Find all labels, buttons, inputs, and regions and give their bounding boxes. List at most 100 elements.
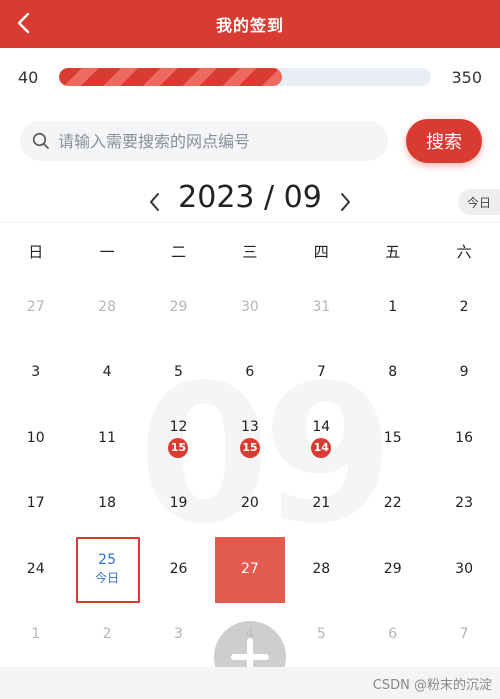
weekday-label: 二 xyxy=(170,242,186,261)
day-number: 9 xyxy=(459,364,469,381)
progress-min-value: 40 xyxy=(18,68,39,87)
calendar-day[interactable]: 25 今日 xyxy=(71,536,142,602)
weekday-label: 六 xyxy=(456,242,472,261)
day-number: 3 xyxy=(31,364,41,381)
calendar-day[interactable]: 7 xyxy=(286,340,357,406)
calendar-day[interactable]: 30 xyxy=(428,536,499,602)
calendar-day[interactable]: 26 xyxy=(143,536,214,602)
month-label: 2023 / 09 xyxy=(178,180,322,215)
calendar-day[interactable]: 6 xyxy=(357,602,428,668)
day-number: 5 xyxy=(174,364,183,381)
day-number: 7 xyxy=(316,364,326,381)
day-number: 12 xyxy=(169,418,188,435)
calendar-day[interactable]: 8 xyxy=(357,340,428,406)
day-number: 22 xyxy=(383,495,402,512)
calendar-day[interactable]: 28 xyxy=(71,274,142,340)
calendar-day[interactable]: 20 xyxy=(214,471,285,537)
calendar-day[interactable]: 5 xyxy=(143,340,214,406)
calendar-day[interactable]: 16 xyxy=(428,405,499,471)
calendar-day[interactable]: 5 xyxy=(286,602,357,668)
calendar-day[interactable]: 1 xyxy=(0,602,71,668)
day-number: 20 xyxy=(240,495,259,512)
calendar-day[interactable]: 31 xyxy=(286,274,357,340)
top-bar: 我的签到 xyxy=(0,0,500,48)
calendar-day[interactable]: 23 xyxy=(428,471,499,537)
day-number: 5 xyxy=(316,626,326,643)
calendar-day[interactable]: 28 xyxy=(286,536,357,602)
day-number: 4 xyxy=(102,364,112,381)
calendar-day[interactable]: 3 xyxy=(143,602,214,668)
progress-max-value: 350 xyxy=(451,68,482,87)
day-number: 7 xyxy=(459,626,469,643)
calendar-day[interactable]: 24 xyxy=(0,536,71,602)
day-number: 29 xyxy=(169,298,188,315)
day-number: 10 xyxy=(26,429,45,446)
weekday-label: 日 xyxy=(28,242,44,261)
day-number: 28 xyxy=(312,560,331,577)
weekday-label: 三 xyxy=(242,242,258,261)
back-arrow-icon[interactable] xyxy=(10,8,38,38)
calendar-day[interactable]: 3 xyxy=(0,340,71,406)
day-number: 1 xyxy=(31,626,41,643)
calendar-day[interactable]: 7 xyxy=(428,602,499,668)
calendar-day[interactable]: 14 14 xyxy=(286,405,357,471)
calendar-day[interactable]: 13 15 xyxy=(214,405,285,471)
day-number: 8 xyxy=(388,364,398,381)
next-month-icon[interactable] xyxy=(336,190,354,214)
day-number: 18 xyxy=(98,495,116,512)
weekday-label: 一 xyxy=(99,242,115,261)
month-navigator: 2023 / 09 xyxy=(0,178,500,226)
jump-today-button[interactable]: 今日 xyxy=(458,189,500,215)
day-number: 23 xyxy=(455,495,473,512)
search-button[interactable]: 搜索 xyxy=(406,119,482,163)
calendar-day[interactable]: 29 xyxy=(143,274,214,340)
calendar-day[interactable]: 4 xyxy=(71,340,142,406)
progress-fill xyxy=(59,68,283,86)
day-number: 11 xyxy=(98,429,116,446)
day-number: 28 xyxy=(98,298,116,315)
calendar-day[interactable]: 10 xyxy=(0,405,71,471)
day-number: 14 xyxy=(312,418,331,435)
weekday-label: 五 xyxy=(385,242,401,261)
today-label: 今日 xyxy=(95,571,120,586)
calendar-day[interactable]: 1 xyxy=(357,274,428,340)
day-number: 25 xyxy=(98,552,116,569)
calendar-day[interactable]: 17 xyxy=(0,471,71,537)
day-number: 16 xyxy=(455,429,473,446)
day-number: 6 xyxy=(245,364,255,381)
day-number: 30 xyxy=(455,560,473,577)
checkin-count-badge: 14 xyxy=(311,437,332,458)
calendar-day[interactable]: 6 xyxy=(214,340,285,406)
checkin-count-badge: 15 xyxy=(168,437,189,458)
day-number: 27 xyxy=(240,560,259,577)
calendar-day[interactable]: 15 xyxy=(357,405,428,471)
day-number: 15 xyxy=(383,429,402,446)
day-number: 24 xyxy=(26,560,45,577)
calendar-day[interactable]: 19 xyxy=(143,471,214,537)
calendar-day[interactable]: 9 xyxy=(428,340,499,406)
calendar-day[interactable]: 11 xyxy=(71,405,142,471)
calendar-day[interactable]: 27 xyxy=(214,536,285,602)
day-number: 6 xyxy=(388,626,398,643)
day-number: 21 xyxy=(312,495,331,512)
credit-watermark: CSDN @粉末的沉淀 xyxy=(372,678,492,693)
day-number: 30 xyxy=(240,298,259,315)
search-bar[interactable] xyxy=(20,121,388,161)
day-number: 17 xyxy=(26,495,45,512)
day-number: 1 xyxy=(388,298,398,315)
calendar-day[interactable]: 2 xyxy=(428,274,499,340)
day-number: 26 xyxy=(169,560,188,577)
calendar-day[interactable]: 18 xyxy=(71,471,142,537)
calendar-day[interactable]: 2 xyxy=(71,602,142,668)
calendar-day[interactable]: 27 xyxy=(0,274,71,340)
calendar-day[interactable]: 29 xyxy=(357,536,428,602)
checkin-progress: 40 350 xyxy=(0,60,500,96)
day-number: 31 xyxy=(312,298,331,315)
calendar-day[interactable]: 30 xyxy=(214,274,285,340)
calendar-day[interactable]: 22 xyxy=(357,471,428,537)
day-number: 2 xyxy=(459,298,469,315)
search-input[interactable] xyxy=(58,131,368,151)
calendar-day[interactable]: 21 xyxy=(286,471,357,537)
calendar-day[interactable]: 12 15 xyxy=(143,405,214,471)
prev-month-icon[interactable] xyxy=(146,190,164,214)
